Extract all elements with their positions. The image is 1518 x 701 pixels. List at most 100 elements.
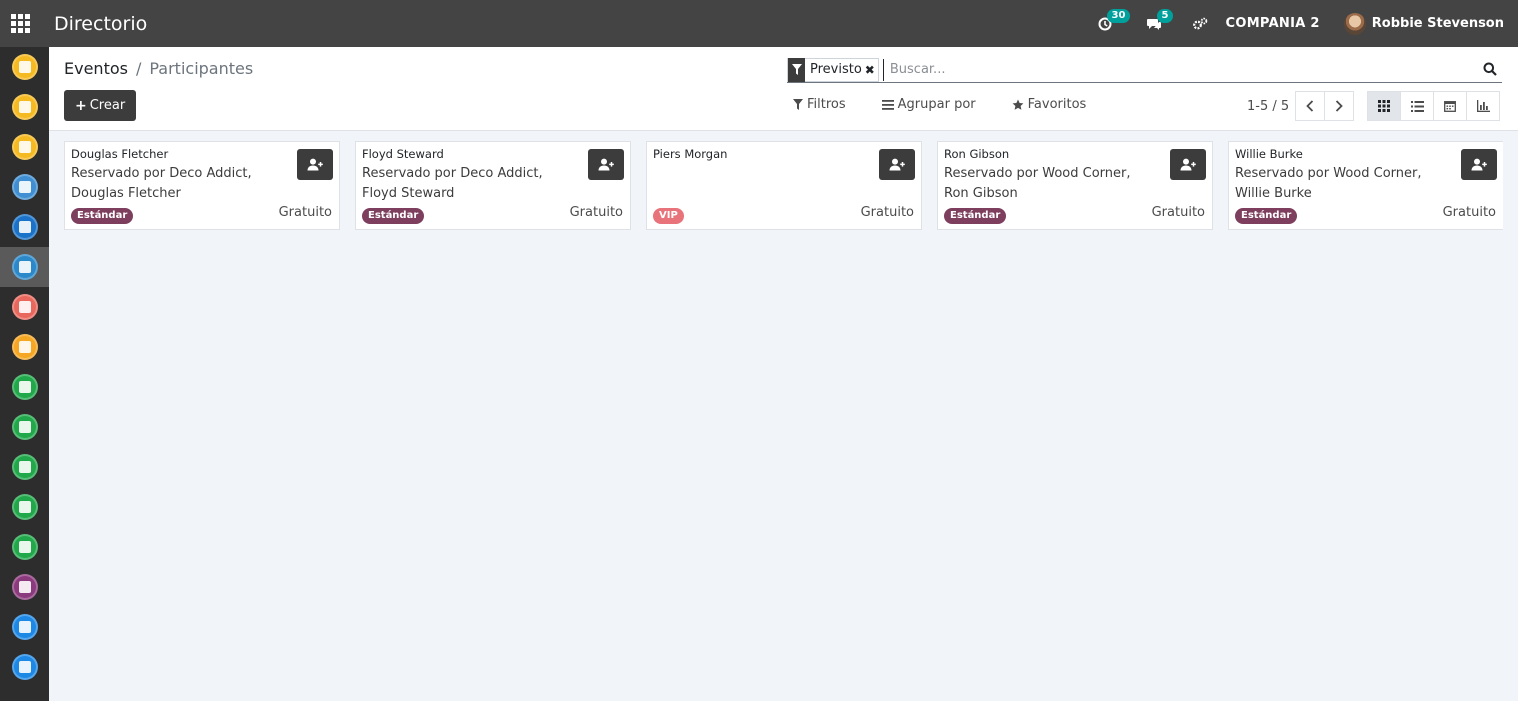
groupby-label: Agrupar por	[897, 97, 976, 112]
attendee-name: Douglas Fletcher	[71, 147, 169, 161]
attendee-reservation: Reservado por Deco Addict, Floyd Steward	[362, 166, 543, 201]
app-icon	[11, 534, 38, 560]
filter-icon	[788, 57, 805, 82]
ticket-price: Gratuito	[860, 205, 914, 220]
app-icon	[11, 414, 38, 440]
favorites-button[interactable]: Favoritos	[1012, 97, 1086, 112]
app-title: Directorio	[54, 12, 148, 35]
activity-count-badge: 30	[1106, 8, 1131, 23]
kanban-view: Douglas Fletcher Reservado por Deco Addic…	[64, 141, 1504, 230]
gears-icon	[1192, 17, 1207, 29]
ticket-tag: Estándar	[944, 208, 1007, 224]
list-view-button[interactable]	[1400, 91, 1434, 121]
bars-icon	[881, 99, 894, 110]
ticket-price: Gratuito	[1151, 205, 1205, 220]
attendee-card[interactable]: Floyd Steward Reservado por Deco Addict, …	[355, 141, 631, 230]
attendee-card[interactable]: Willie Burke Reservado por Wood Corner, W…	[1228, 141, 1504, 230]
sidebar-app-8[interactable]	[0, 327, 49, 367]
sidebar-app-1[interactable]	[0, 47, 49, 87]
company-switcher[interactable]: COMPANIA 2	[1226, 16, 1320, 31]
user-plus-icon	[1471, 158, 1487, 171]
attendee-card[interactable]: Douglas Fletcher Reservado por Deco Addic…	[64, 141, 340, 230]
filter-icon	[793, 99, 803, 110]
attendee-reservation: Reservado por Wood Corner, Willie Burke	[1235, 166, 1422, 201]
attendee-reservation: Reservado por Wood Corner, Ron Gibson	[944, 166, 1131, 201]
filters-button[interactable]: Filtros	[793, 97, 846, 112]
ticket-price: Gratuito	[569, 205, 623, 220]
sidebar-app-10[interactable]	[0, 407, 49, 447]
create-button[interactable]: + Crear	[64, 90, 137, 121]
calendar-view-button[interactable]	[1433, 91, 1467, 121]
filters-label: Filtros	[807, 97, 846, 112]
app-menu-button[interactable]	[0, 0, 40, 47]
breadcrumb-eventos[interactable]: Eventos	[64, 59, 128, 78]
app-icon	[11, 254, 38, 280]
app-icon	[11, 294, 38, 320]
pager-previous-button[interactable]	[1295, 91, 1326, 121]
attendee-card[interactable]: Ron Gibson Reservado por Wood Corner, Ron…	[937, 141, 1213, 230]
sidebar-app-2[interactable]	[0, 87, 49, 127]
user-name: Robbie Stevenson	[1371, 16, 1504, 31]
pager-value[interactable]: 1-5 / 5	[1247, 99, 1289, 114]
messages-button[interactable]: 5	[1146, 8, 1174, 31]
sidebar-app-14[interactable]	[0, 567, 49, 607]
ticket-price: Gratuito	[278, 205, 332, 220]
ticket-tag: VIP	[653, 208, 684, 224]
graph-view-button[interactable]	[1466, 91, 1500, 121]
app-icon	[11, 214, 38, 240]
pager: 1-5 / 5	[1247, 91, 1355, 121]
sidebar-app-13[interactable]	[0, 527, 49, 567]
ticket-tag: Estándar	[1235, 208, 1298, 224]
breadcrumb-current: Participantes	[149, 59, 254, 78]
search-input[interactable]	[882, 58, 1502, 81]
register-attendee-button[interactable]	[879, 149, 915, 180]
user-menu[interactable]: Robbie Stevenson	[1343, 12, 1504, 35]
calendar-icon	[1444, 101, 1456, 112]
sidebar-app-12[interactable]	[0, 487, 49, 527]
facet-remove-icon[interactable]: ✖	[865, 63, 878, 77]
top-navbar: Directorio 30 5 COMPANIA 2 Robbie Steven…	[0, 0, 1518, 47]
avatar	[1343, 12, 1366, 35]
attendee-card[interactable]: Piers Morgan VIP Gratuito	[646, 141, 922, 230]
facet-value: Previsto	[810, 62, 862, 77]
view-switcher	[1367, 91, 1500, 121]
sidebar-app-3[interactable]	[0, 127, 49, 167]
breadcrumb-separator: /	[135, 59, 142, 78]
search-bar: Previsto ✖	[787, 57, 1502, 83]
attendee-name: Ron Gibson	[944, 147, 1010, 161]
register-attendee-button[interactable]	[1170, 149, 1206, 180]
app-icon	[11, 94, 38, 120]
star-icon	[1012, 99, 1024, 110]
pager-next-button[interactable]	[1324, 91, 1355, 121]
sidebar-app-6[interactable]	[0, 247, 49, 287]
breadcrumb: Eventos / Participantes	[64, 59, 253, 78]
messages-count-badge: 5	[1156, 8, 1174, 23]
search-icon[interactable]	[1483, 61, 1497, 80]
register-attendee-button[interactable]	[1461, 149, 1497, 180]
search-options: Filtros Agrupar por Favoritos	[793, 97, 1122, 112]
scrollbar[interactable]	[1503, 131, 1518, 701]
search-facet: Previsto ✖	[787, 57, 879, 82]
multi-company-button[interactable]	[1192, 17, 1208, 31]
kanban-view-button[interactable]	[1367, 91, 1401, 121]
attendee-name: Piers Morgan	[653, 147, 728, 161]
sidebar-app-4[interactable]	[0, 167, 49, 207]
sidebar-app-15[interactable]	[0, 607, 49, 647]
app-icon	[11, 134, 38, 160]
register-attendee-button[interactable]	[588, 149, 624, 180]
plus-icon: +	[75, 97, 87, 114]
app-icon	[11, 574, 38, 600]
register-attendee-button[interactable]	[297, 149, 333, 180]
sidebar-app-5[interactable]	[0, 207, 49, 247]
sidebar-app-7[interactable]	[0, 287, 49, 327]
create-label: Crear	[89, 98, 126, 113]
app-icon	[11, 374, 38, 400]
user-plus-icon	[889, 158, 905, 171]
ticket-tag: Estándar	[71, 208, 134, 224]
sidebar-app-9[interactable]	[0, 367, 49, 407]
sidebar-app-16[interactable]	[0, 647, 49, 687]
bar-chart-icon	[1476, 100, 1490, 112]
groupby-button[interactable]: Agrupar por	[881, 97, 976, 112]
activity-button[interactable]: 30	[1098, 8, 1131, 31]
sidebar-app-11[interactable]	[0, 447, 49, 487]
